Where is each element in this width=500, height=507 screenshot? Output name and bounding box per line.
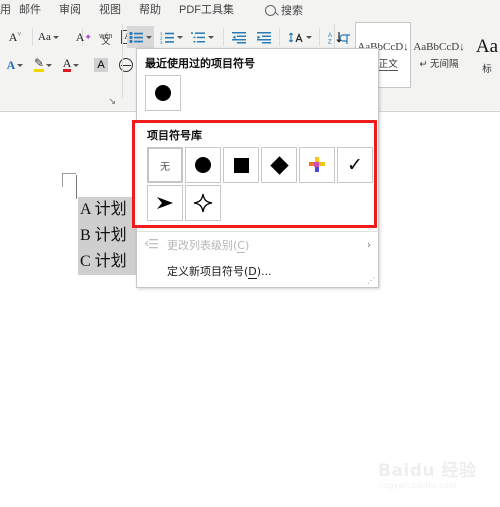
style-sample: Aa bbox=[475, 35, 499, 57]
filled-square-icon bbox=[233, 157, 249, 173]
tab-pdf-tools[interactable]: PDF工具集 bbox=[170, 0, 243, 20]
multilevel-list-icon bbox=[191, 31, 205, 42]
line-spacing-icon bbox=[289, 32, 303, 42]
bullets-button[interactable] bbox=[127, 26, 154, 48]
bullet-library-title: 项目符号库 bbox=[147, 129, 202, 142]
multilevel-list-button[interactable] bbox=[189, 26, 216, 48]
change-case-button[interactable]: Aa bbox=[36, 26, 61, 48]
resize-grip-icon[interactable]: ⋰ bbox=[367, 276, 375, 285]
bullet-filled-circle[interactable] bbox=[185, 147, 221, 183]
increase-indent-icon bbox=[256, 31, 271, 43]
bullet-none-label: 无 bbox=[160, 161, 170, 173]
svg-text:Z: Z bbox=[328, 39, 332, 44]
character-shading-button[interactable]: A bbox=[90, 54, 112, 76]
menu-item-change-list-level[interactable]: 更改列表级别(C) › bbox=[137, 232, 380, 258]
bullet-recent-filled-circle[interactable] bbox=[145, 75, 181, 111]
text-cursor bbox=[76, 175, 77, 199]
menu-item-label: 更改列表级别(C) bbox=[167, 239, 250, 253]
filled-circle-icon bbox=[155, 85, 171, 101]
style-name: 标 bbox=[482, 63, 492, 75]
decrease-indent-button[interactable] bbox=[228, 26, 250, 48]
list-level-icon bbox=[137, 238, 167, 253]
pilcrow-icon bbox=[338, 33, 350, 44]
arrow-bullet-icon bbox=[157, 197, 173, 209]
style-item-no-spacing[interactable]: AaBbCcD↓ ↵ 无间隔 bbox=[411, 22, 467, 88]
chevron-right-icon: › bbox=[367, 239, 371, 251]
bullets-icon bbox=[129, 31, 143, 43]
numbering-icon: 1 2 3 bbox=[160, 31, 174, 44]
menu-item-define-new-bullet[interactable]: 定义新项目符号(D)... bbox=[137, 258, 380, 284]
colored-flower-icon bbox=[309, 157, 325, 172]
bullet-filled-square[interactable] bbox=[223, 147, 259, 183]
increase-indent-button[interactable] bbox=[253, 26, 275, 48]
font-dialog-launcher[interactable]: ↘ bbox=[106, 96, 116, 106]
phonetic-guide-button[interactable]: wén 文 bbox=[95, 26, 117, 48]
clear-formatting-button[interactable]: A ✦ bbox=[73, 26, 95, 48]
ribbon-tab-bar: 用 邮件 审阅 视图 帮助 PDF工具集 搜索 bbox=[0, 0, 500, 20]
filled-circle-icon bbox=[195, 157, 211, 173]
tab-view[interactable]: 视图 bbox=[90, 0, 130, 20]
bullet-library-section: 项目符号库 无 ✓ bbox=[135, 123, 374, 223]
font-color-button[interactable]: A bbox=[60, 54, 82, 76]
bullet-checkmark[interactable]: ✓ bbox=[337, 147, 373, 183]
search-icon bbox=[265, 4, 276, 16]
style-item-heading[interactable]: Aa 标 bbox=[467, 22, 500, 88]
four-point-star-icon bbox=[193, 193, 213, 213]
bullet-none[interactable]: 无 bbox=[147, 147, 183, 183]
svg-text:3: 3 bbox=[160, 40, 163, 44]
recent-bullets-row bbox=[137, 75, 378, 117]
menu-item-label: 定义新项目符号(D)... bbox=[167, 265, 272, 279]
numbering-button[interactable]: 1 2 3 bbox=[158, 26, 185, 48]
show-formatting-marks-button[interactable] bbox=[334, 28, 356, 50]
grow-font-button[interactable]: A˅ bbox=[4, 26, 26, 48]
bullet-library-highlight-box: 项目符号库 无 ✓ bbox=[132, 120, 377, 228]
filled-diamond-icon bbox=[269, 155, 289, 175]
document-line[interactable]: C 计划 bbox=[78, 249, 144, 275]
svg-text:A: A bbox=[328, 33, 332, 39]
bullet-arrow[interactable] bbox=[147, 185, 183, 221]
bullet-library-dropdown: 最近使用过的项目符号 项目符号库 无 ✓ 更改列表级别(C) › 定义新项目符号… bbox=[132, 48, 380, 288]
decrease-indent-icon bbox=[231, 31, 246, 43]
tab-help[interactable]: 帮助 bbox=[130, 0, 170, 20]
bullet-four-point-star[interactable] bbox=[185, 185, 221, 221]
checkmark-icon: ✓ bbox=[347, 153, 363, 176]
bullet-filled-diamond[interactable] bbox=[261, 147, 297, 183]
tab-mail[interactable]: 邮件 bbox=[10, 0, 50, 20]
bullet-colored-flower[interactable] bbox=[299, 147, 335, 183]
ribbon-group-font: A˅ Aa A ✦ wén 文 A ✎ A A ↘ bbox=[2, 20, 135, 112]
style-name: ↵ 无间隔 bbox=[419, 58, 459, 70]
style-sample: AaBbCcD↓ bbox=[413, 40, 465, 53]
tab-review[interactable]: 审阅 bbox=[50, 0, 90, 20]
word-window: 用 邮件 审阅 视图 帮助 PDF工具集 搜索 A˅ Aa A ✦ wén 文 … bbox=[0, 0, 500, 507]
line-spacing-button[interactable] bbox=[287, 26, 314, 48]
text-effects-button[interactable]: A bbox=[4, 54, 26, 76]
text-highlight-color-button[interactable]: ✎ bbox=[32, 54, 54, 76]
recent-bullets-title: 最近使用过的项目符号 bbox=[145, 57, 255, 70]
search-box[interactable]: 搜索 bbox=[265, 2, 303, 18]
bullet-library-grid: 无 ✓ bbox=[147, 147, 375, 223]
search-label: 搜索 bbox=[281, 5, 303, 17]
tab-partial[interactable]: 用 bbox=[0, 0, 10, 20]
margin-marker bbox=[62, 173, 76, 187]
